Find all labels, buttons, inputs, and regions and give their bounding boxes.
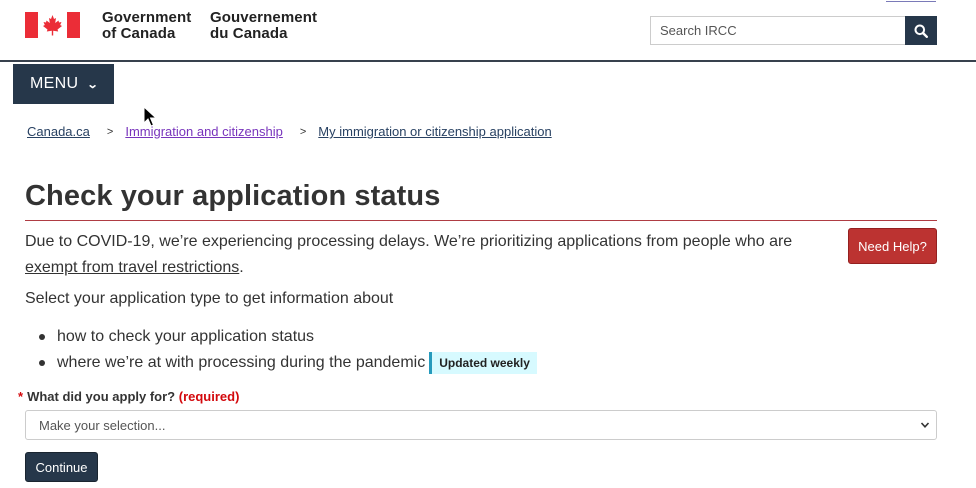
- search-icon: [914, 24, 928, 38]
- required-star: *: [18, 389, 24, 404]
- breadcrumb-separator: >: [106, 125, 114, 138]
- wordmark-en-line1: Government: [102, 9, 192, 26]
- menu-button[interactable]: MENU ⌄: [13, 64, 114, 104]
- question-text: What did you apply for?: [27, 389, 176, 404]
- application-type-select[interactable]: Make your selection...: [25, 410, 937, 440]
- wordmark-fr-line1: Gouvernement: [210, 9, 318, 26]
- list-item: how to check your application status: [25, 324, 537, 350]
- menu-label: MENU: [30, 75, 79, 92]
- gov-canada-wordmark-en[interactable]: Government of Canada: [102, 10, 191, 42]
- updated-weekly-badge: Updated weekly: [429, 352, 537, 374]
- site-header: Government of Canada Gouvernement du Can…: [0, 0, 976, 62]
- info-list: how to check your application status whe…: [25, 324, 537, 376]
- breadcrumb: Canada.ca > Immigration and citizenship …: [27, 124, 552, 139]
- breadcrumb-immigration[interactable]: Immigration and citizenship: [125, 124, 283, 139]
- wordmark-fr-line2: du Canada: [210, 25, 288, 42]
- page-title: Check your application status: [25, 180, 937, 221]
- breadcrumb-my-application[interactable]: My immigration or citizenship applicatio…: [318, 124, 551, 139]
- need-help-button[interactable]: Need Help?: [848, 228, 937, 264]
- search-button[interactable]: [905, 16, 937, 45]
- search-input[interactable]: [650, 16, 905, 45]
- list-item: where we’re at with processing during th…: [25, 350, 537, 376]
- covid-notice: Due to COVID-19, we’re experiencing proc…: [25, 229, 805, 281]
- chevron-down-icon: ⌄: [86, 78, 100, 91]
- chevron-down-icon: [920, 422, 930, 428]
- breadcrumb-canada[interactable]: Canada.ca: [27, 124, 90, 139]
- notice-text: Due to COVID-19, we’re experiencing proc…: [25, 233, 793, 250]
- search-bar: [650, 16, 937, 45]
- canada-flag-icon: [25, 12, 80, 38]
- breadcrumb-separator: >: [299, 125, 307, 138]
- list-item-text: how to check your application status: [57, 328, 315, 345]
- exempt-travel-link[interactable]: exempt from travel restrictions: [25, 259, 239, 276]
- notice-period: .: [239, 259, 244, 276]
- wordmark-en-line2: of Canada: [102, 25, 176, 42]
- continue-button[interactable]: Continue: [25, 452, 98, 482]
- gov-canada-wordmark-fr[interactable]: Gouvernement du Canada: [210, 10, 317, 42]
- select-value: Make your selection...: [39, 417, 166, 433]
- application-type-label: * What did you apply for? (required): [18, 389, 239, 404]
- required-text: (required): [178, 389, 240, 404]
- intro-text: Select your application type to get info…: [25, 290, 394, 307]
- list-item-text: where we’re at with processing during th…: [57, 354, 426, 371]
